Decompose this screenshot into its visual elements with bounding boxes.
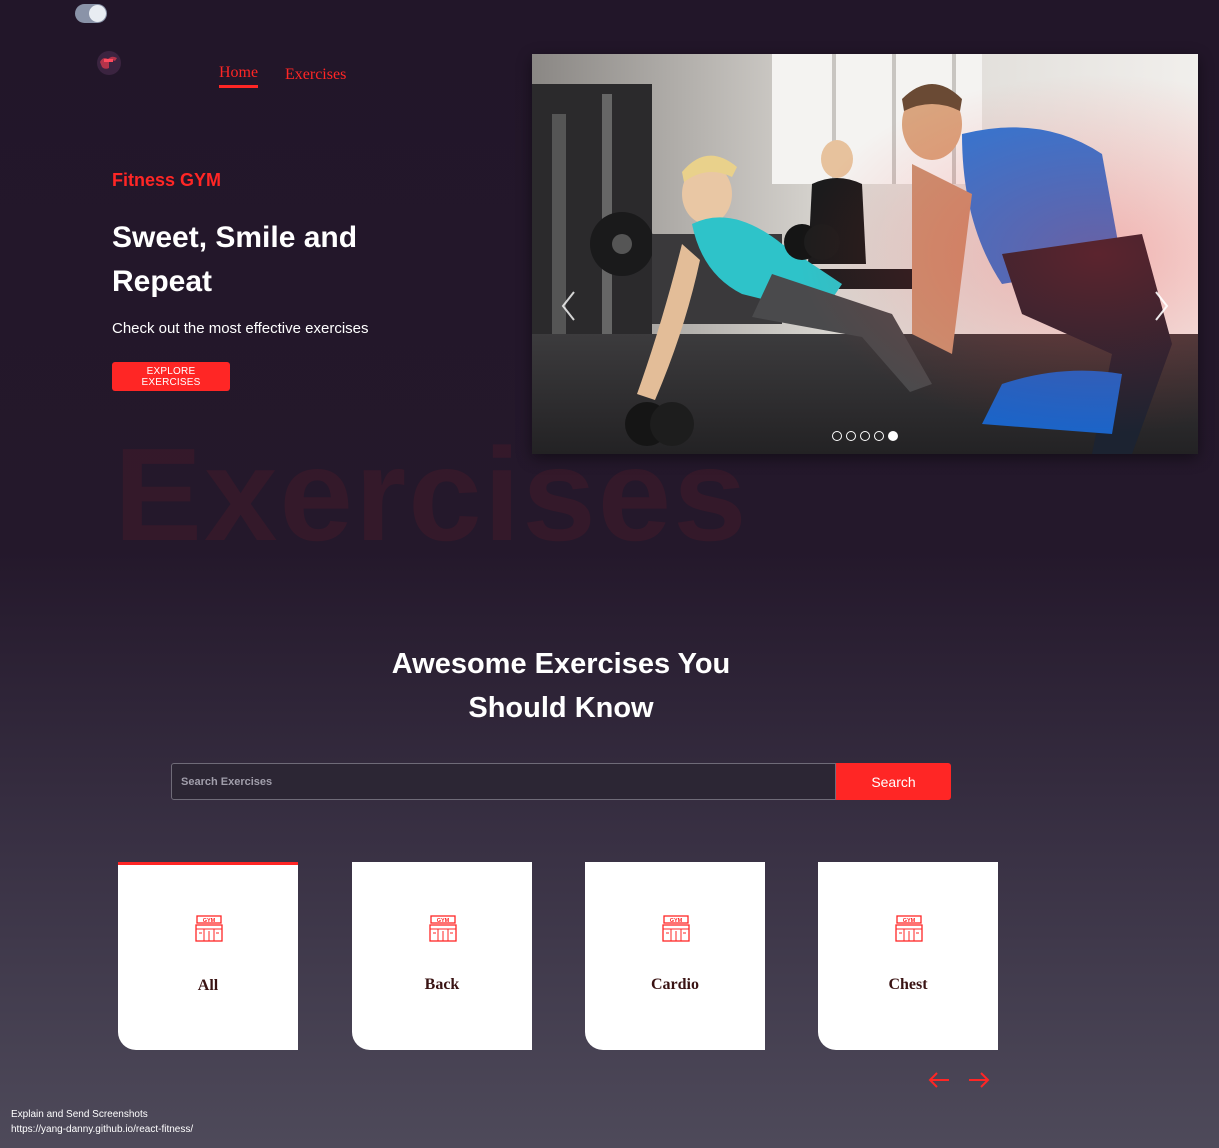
- category-card-cardio[interactable]: GYM Cardio: [585, 862, 765, 1050]
- theme-toggle-icon: [89, 5, 106, 22]
- category-label: Cardio: [651, 976, 699, 993]
- svg-text:GYM: GYM: [203, 918, 216, 924]
- overlay-title: Explain and Send Screenshots: [11, 1109, 148, 1120]
- gym-icon: GYM: [429, 915, 457, 943]
- svg-text:GYM: GYM: [670, 918, 683, 924]
- arrow-right-icon[interactable]: [968, 1070, 990, 1090]
- svg-text:GYM: GYM: [437, 918, 450, 924]
- gym-icon: GYM: [895, 915, 923, 943]
- arrow-left-icon[interactable]: [928, 1070, 950, 1090]
- category-card-chest[interactable]: GYM Chest: [818, 862, 998, 1050]
- category-card-back[interactable]: GYM Back: [352, 862, 532, 1050]
- category-label: Chest: [888, 976, 928, 993]
- explore-exercises-button[interactable]: EXPLORE EXERCISES: [112, 362, 230, 391]
- overlay-url[interactable]: https://yang-danny.github.io/react-fitne…: [11, 1122, 193, 1137]
- logo-icon[interactable]: [92, 48, 126, 76]
- carousel-dot[interactable]: [860, 431, 870, 441]
- category-label: Back: [424, 976, 460, 993]
- nav-exercises-link[interactable]: Exercises: [285, 66, 346, 84]
- hero-carousel: [532, 54, 1198, 454]
- gym-icon: GYM: [195, 915, 223, 943]
- category-card-all[interactable]: GYM All: [118, 862, 298, 1050]
- hero-title: Sweet, Smile and Repeat: [112, 221, 358, 298]
- nav-home-link[interactable]: Home: [219, 64, 259, 88]
- search-input[interactable]: [171, 763, 836, 800]
- hero-subtitle: Check out the most effective exercises: [112, 320, 369, 337]
- carousel-dot[interactable]: [832, 431, 842, 441]
- section-title: Awesome Exercises You Should Know: [391, 648, 731, 724]
- search-bar: Search: [171, 763, 951, 800]
- search-button[interactable]: Search: [836, 763, 951, 800]
- carousel-dot[interactable]: [874, 431, 884, 441]
- carousel-dot[interactable]: [846, 431, 856, 441]
- carousel-dot[interactable]: [888, 431, 898, 441]
- carousel-prev-button[interactable]: [558, 286, 580, 326]
- theme-toggle[interactable]: [75, 4, 107, 23]
- category-label: All: [197, 977, 219, 994]
- gym-icon: GYM: [662, 915, 690, 943]
- svg-text:GYM: GYM: [903, 918, 916, 924]
- carousel-next-button[interactable]: [1150, 286, 1172, 326]
- carousel-dots: [832, 431, 898, 441]
- screenshot-overlay: Explain and Send Screenshots https://yan…: [11, 1107, 193, 1137]
- hero-brand: Fitness GYM: [112, 170, 222, 190]
- gym-training-photo: [532, 54, 1198, 454]
